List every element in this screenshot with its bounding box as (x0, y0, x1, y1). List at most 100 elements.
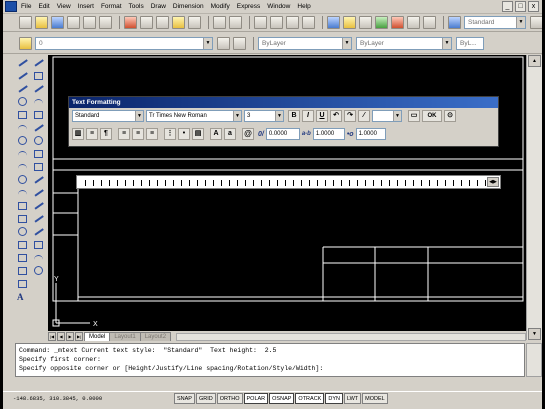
layer-previous-icon[interactable] (233, 36, 246, 50)
app-icon[interactable] (5, 1, 17, 12)
markup-icon[interactable] (391, 16, 404, 29)
explode-icon[interactable] (33, 266, 44, 276)
text-height-dropdown[interactable]: 3 ▼ (244, 110, 284, 122)
bullets-icon[interactable]: • (178, 128, 190, 140)
menu-view[interactable]: View (57, 3, 71, 10)
help-icon[interactable] (423, 16, 436, 29)
rotate-icon[interactable] (33, 136, 44, 146)
lwt-toggle[interactable]: LWT (343, 393, 362, 404)
quickcalc-icon[interactable] (407, 16, 420, 29)
tab-layout2[interactable]: Layout2 (139, 332, 172, 341)
redo-icon[interactable] (229, 16, 242, 29)
oblique-angle-field[interactable]: 0.0000 (265, 128, 300, 140)
font-dropdown[interactable]: Tr Times New Roman ▼ (146, 110, 242, 122)
columns-icon[interactable]: ▥ (72, 128, 84, 140)
command-window[interactable]: Command: _mtext Current text style: "Sta… (15, 343, 525, 377)
polyline-icon[interactable] (17, 84, 28, 94)
command-scrollbar[interactable] (526, 343, 542, 377)
polar-toggle[interactable]: POLAR (243, 393, 269, 404)
scale-icon[interactable] (33, 149, 44, 159)
menu-tools[interactable]: Tools (129, 3, 144, 10)
options-icon[interactable]: ⊙ (444, 110, 456, 122)
arc-icon[interactable] (17, 123, 28, 133)
ellipse-icon[interactable] (17, 175, 28, 185)
grid-toggle[interactable]: GRID (195, 393, 216, 404)
numbering-icon[interactable]: ⋮ (164, 128, 176, 140)
cut-icon[interactable] (124, 16, 137, 29)
pan-icon[interactable] (254, 16, 267, 29)
construction-line-icon[interactable] (17, 71, 28, 81)
width-factor-field[interactable]: 1.0000 (355, 128, 386, 140)
array-icon[interactable] (33, 110, 44, 120)
next-tab-icon[interactable]: ▶ (66, 332, 74, 341)
model-toggle[interactable]: MODEL (362, 393, 388, 404)
tracking-field[interactable]: 1.0000 (312, 128, 345, 140)
scroll-down-icon[interactable]: ▼ (528, 328, 541, 340)
tool-palettes-icon[interactable] (359, 16, 372, 29)
block-editor-icon[interactable] (188, 16, 201, 29)
undo-icon[interactable] (213, 16, 226, 29)
align-left-icon[interactable]: ≡ (118, 128, 130, 140)
close-button[interactable]: x (528, 1, 539, 12)
print-preview-icon[interactable] (83, 16, 96, 29)
prev-tab-icon[interactable]: ◀ (57, 332, 65, 341)
undo-text-icon[interactable]: ↶ (330, 110, 342, 122)
zoom-previous-icon[interactable] (302, 16, 315, 29)
lowercase-icon[interactable]: a (224, 128, 236, 140)
align-center-icon[interactable]: ≡ (132, 128, 144, 140)
break-icon[interactable] (33, 214, 44, 224)
break-at-point-icon[interactable] (33, 201, 44, 211)
insert-field-icon[interactable]: ▤ (192, 128, 204, 140)
paste-icon[interactable] (156, 16, 169, 29)
extend-icon[interactable] (33, 188, 44, 198)
hatch-icon[interactable] (17, 240, 28, 250)
move-icon[interactable] (33, 123, 44, 133)
line-icon[interactable] (17, 58, 28, 68)
make-block-icon[interactable] (17, 214, 28, 224)
menu-insert[interactable]: Insert (78, 3, 94, 10)
table-icon[interactable] (17, 279, 28, 289)
scroll-up-icon[interactable]: ▲ (528, 55, 541, 67)
save-icon[interactable] (51, 16, 64, 29)
ruler-toggle-icon[interactable]: ▭ (408, 110, 420, 122)
text-style-icon[interactable] (448, 16, 461, 29)
linetype-select[interactable]: ByLayer ▼ (356, 36, 452, 50)
align-right-icon[interactable]: ≡ (146, 128, 158, 140)
zoom-window-icon[interactable] (286, 16, 299, 29)
trim-icon[interactable] (33, 175, 44, 185)
text-formatting-title[interactable]: Text Formatting (69, 97, 498, 108)
vertical-scrollbar[interactable]: ▲ ▼ (526, 55, 542, 340)
text-color-dropdown[interactable]: ▼ (372, 110, 402, 122)
dimension-style-icon[interactable] (530, 16, 542, 29)
paragraph-icon[interactable]: ¶ (100, 128, 112, 140)
make-current-icon[interactable] (217, 36, 230, 50)
offset-icon[interactable] (33, 97, 44, 107)
snap-toggle[interactable]: SNAP (174, 393, 195, 404)
point-icon[interactable] (17, 227, 28, 237)
justification-icon[interactable]: ≡ (86, 128, 98, 140)
new-icon[interactable] (19, 16, 32, 29)
horizontal-scrollbar[interactable] (176, 333, 526, 341)
tab-layout1[interactable]: Layout1 (109, 332, 141, 341)
mtext-ruler[interactable]: ◀▶ (76, 175, 501, 189)
italic-button[interactable]: I (302, 110, 314, 122)
menu-express[interactable]: Express (237, 3, 260, 10)
otrack-toggle[interactable]: OTRACK (295, 393, 325, 404)
color-select[interactable]: ByLayer ▼ (258, 36, 352, 50)
stretch-icon[interactable] (33, 162, 44, 172)
zoom-realtime-icon[interactable] (270, 16, 283, 29)
match-properties-icon[interactable] (172, 16, 185, 29)
properties-icon[interactable] (327, 16, 340, 29)
symbol-button[interactable]: @ (242, 128, 254, 140)
design-center-icon[interactable] (343, 16, 356, 29)
menu-edit[interactable]: Edit (38, 3, 49, 10)
text-style-dropdown[interactable]: Standard ▼ (72, 110, 144, 122)
print-icon[interactable] (67, 16, 80, 29)
menu-dimension[interactable]: Dimension (173, 3, 204, 10)
chamfer-icon[interactable] (33, 240, 44, 250)
region-icon[interactable] (17, 266, 28, 276)
text-style-select[interactable]: Standard ▼ (464, 16, 526, 29)
lineweight-select[interactable]: ByL... (456, 36, 484, 50)
underline-button[interactable]: U (316, 110, 328, 122)
insert-block-icon[interactable] (17, 201, 28, 211)
